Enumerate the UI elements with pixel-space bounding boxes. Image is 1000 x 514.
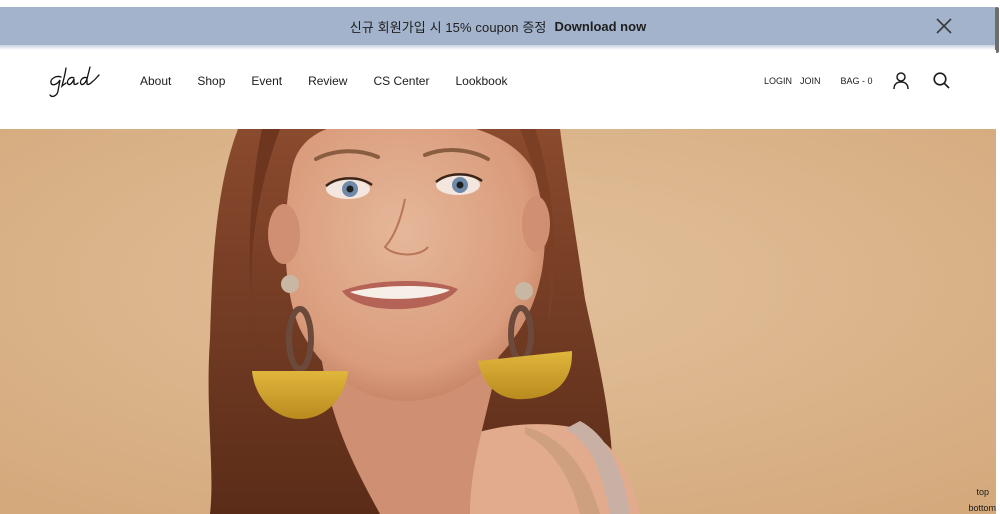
- nav-about[interactable]: About: [140, 74, 171, 88]
- login-link[interactable]: LOGIN: [764, 76, 792, 86]
- utility-links: LOGIN JOIN BAG - 0: [764, 76, 873, 86]
- promo-banner: 신규 회원가입 시 15% coupon 증정 Download now: [0, 7, 996, 45]
- nav-event[interactable]: Event: [251, 74, 282, 88]
- site-header: About Shop Event Review CS Center Lookbo…: [0, 50, 996, 129]
- search-icon[interactable]: [933, 72, 950, 89]
- page: 신규 회원가입 시 15% coupon 증정 Download now Abo…: [0, 0, 1000, 514]
- nav-review[interactable]: Review: [308, 74, 347, 88]
- scrollbar-thumb[interactable]: [995, 7, 999, 53]
- download-now-link[interactable]: Download now: [554, 19, 646, 34]
- hero-photo: [0, 129, 996, 514]
- promo-text: 신규 회원가입 시 15% coupon 증정: [349, 19, 547, 35]
- scroll-bottom-link[interactable]: bottom: [968, 503, 996, 513]
- close-icon[interactable]: [935, 17, 953, 35]
- hero-banner[interactable]: [0, 129, 996, 514]
- join-link[interactable]: JOIN: [800, 76, 821, 86]
- nav-shop[interactable]: Shop: [197, 74, 225, 88]
- logo[interactable]: [47, 65, 101, 99]
- main-nav: About Shop Event Review CS Center Lookbo…: [140, 74, 534, 88]
- user-icon[interactable]: [893, 72, 909, 90]
- bag-link[interactable]: BAG - 0: [841, 76, 873, 86]
- nav-lookbook[interactable]: Lookbook: [455, 74, 507, 88]
- nav-cs-center[interactable]: CS Center: [373, 74, 429, 88]
- scroll-top-link[interactable]: top: [976, 487, 989, 497]
